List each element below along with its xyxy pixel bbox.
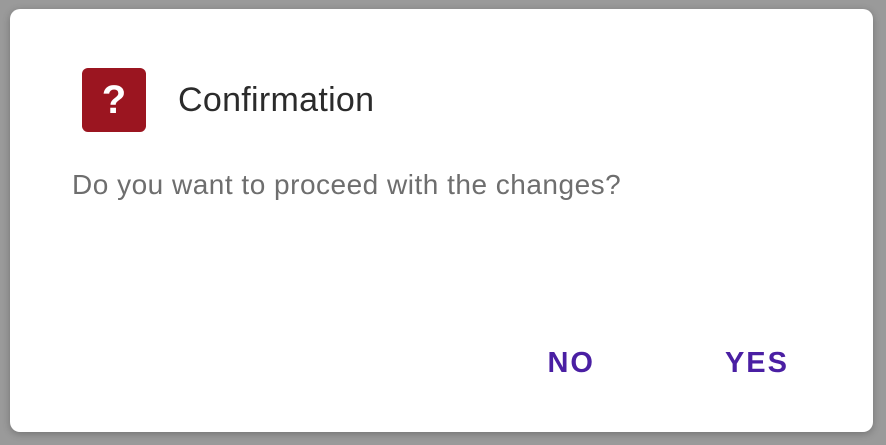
dialog-title: Confirmation	[178, 80, 375, 119]
confirmation-dialog: ? Confirmation Do you want to proceed wi…	[10, 9, 873, 432]
dialog-header: ? Confirmation	[82, 67, 374, 133]
yes-button[interactable]: YES	[713, 339, 801, 388]
dialog-message: Do you want to proceed with the changes?	[72, 169, 622, 200]
question-mark-icon: ?	[82, 68, 146, 132]
no-button[interactable]: NO	[535, 339, 607, 388]
dialog-actions: NO YES	[535, 339, 801, 388]
